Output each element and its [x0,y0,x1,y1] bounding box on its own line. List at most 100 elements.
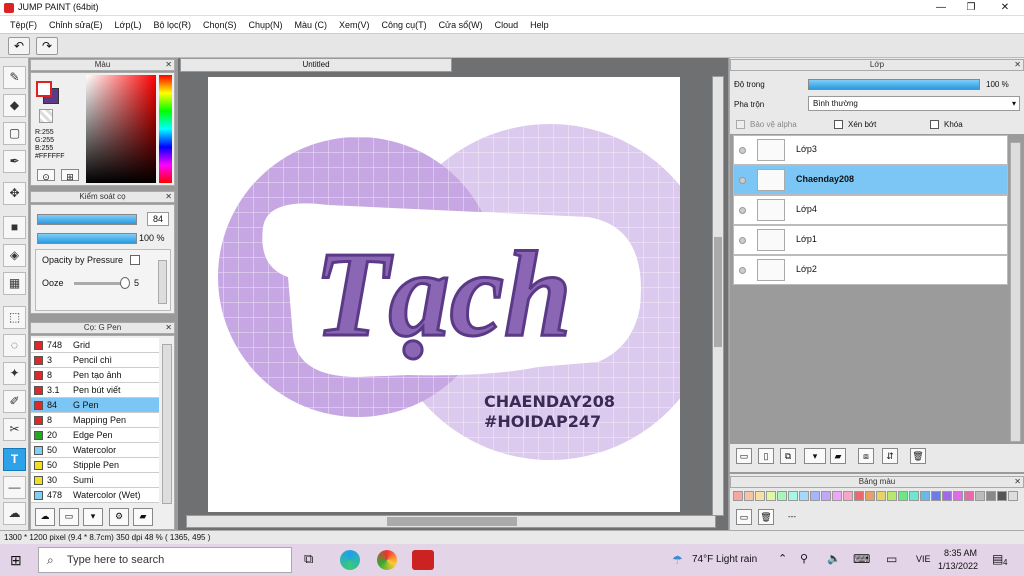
layer-row[interactable]: Lớp4 [733,195,1008,225]
close-icon[interactable]: ✕ [1014,477,1021,487]
opacity-pressure-checkbox[interactable] [130,255,140,265]
visibility-icon[interactable] [739,267,746,274]
palette-swatch[interactable] [964,491,974,501]
cloud-tool[interactable]: ☁ [3,502,26,525]
layer-menu-button[interactable]: ▾ [804,448,826,464]
canvas-paper[interactable]: Tạch CHAENDAY208 #HOIDAP247 [208,77,680,512]
palette-swatch[interactable] [777,491,787,501]
palette-swatch[interactable] [832,491,842,501]
brush-item[interactable]: 3 Pencil chì [31,353,159,368]
eyedropper-button[interactable]: ⊙ [37,169,55,182]
select-pen-tool[interactable]: ✐ [3,390,26,413]
task-view-icon[interactable]: ⧉ [304,551,313,567]
jump-paint-taskbar-icon[interactable] [412,550,434,570]
weather-text[interactable]: 74°F Light rain [692,554,757,565]
fill-shape-tool[interactable]: ■ [3,216,26,239]
palette-swatch[interactable] [876,491,886,501]
palette-swatch[interactable] [997,491,1007,501]
windows-start-icon[interactable]: ⊞ [10,552,22,569]
foreground-color[interactable] [36,81,52,97]
palette-delete-button[interactable]: 🗑 [758,509,774,525]
undo-button[interactable]: ↶ [8,37,30,55]
palette-swatch[interactable] [821,491,831,501]
opacity-slider[interactable] [37,233,137,244]
palette-add-button[interactable]: ▭ [736,509,752,525]
menu-color[interactable]: Màu (C) [295,20,328,30]
menu-cloud[interactable]: Cloud [495,20,519,30]
layer-row[interactable]: Lớp2 [733,255,1008,285]
edge-icon[interactable] [340,550,360,570]
menu-view[interactable]: Xem(V) [339,20,370,30]
brush-item[interactable]: 3.1 Pen bút viết [31,383,159,398]
palette-swatch[interactable] [931,491,941,501]
vscroll-thumb[interactable] [714,237,722,347]
menu-help[interactable]: Help [530,20,549,30]
brush-folder-button[interactable]: ▰ [133,508,153,526]
transfer-button[interactable]: ⇵ [882,448,898,464]
palette-swatch[interactable] [755,491,765,501]
close-icon[interactable]: ✕ [165,192,172,202]
brush-size-slider[interactable] [37,214,137,225]
palette-swatch[interactable] [810,491,820,501]
menu-edit[interactable]: Chỉnh sửa(E) [49,20,103,30]
ooze-slider-thumb[interactable] [120,277,130,289]
brush-cloud-button[interactable]: ☁ [35,508,55,526]
brush-list-scrollbar[interactable] [162,344,172,504]
layer-scrollbar[interactable] [1010,142,1021,442]
palette-swatch[interactable] [909,491,919,501]
transparent-color[interactable] [39,109,53,123]
rect-tool[interactable]: ▢ [3,122,26,145]
document-tab[interactable]: Untitled [180,58,452,72]
notification-icon[interactable]: ▤ [992,552,1003,566]
brush-item[interactable]: 748 Grid [31,338,159,353]
palette-swatch[interactable] [953,491,963,501]
options-scrollbar[interactable] [158,260,167,304]
palette-swatch[interactable] [766,491,776,501]
close-icon[interactable]: ✕ [165,323,172,333]
palette-swatch[interactable] [920,491,930,501]
palette-swatch[interactable] [799,491,809,501]
brush-size-field[interactable]: 84 [147,212,169,226]
copy-layer-button[interactable]: ⧉ [780,448,796,464]
taskbar-search[interactable]: ⌕ Type here to search [38,547,292,573]
clipping-checkbox[interactable] [834,120,843,129]
brush-tool[interactable]: ✎ [3,66,26,89]
select-rect-tool[interactable]: ⬚ [3,306,26,329]
menu-select[interactable]: Chọn(S) [203,20,237,30]
menu-file[interactable]: Tệp(F) [10,20,37,30]
new-raster-button[interactable]: ▯ [758,448,774,464]
palette-swatch[interactable] [942,491,952,501]
brush-menu-button[interactable]: ▾ [83,508,103,526]
lock-checkbox[interactable] [930,120,939,129]
merge-button[interactable]: ⧈ [858,448,874,464]
close-icon[interactable]: ✕ [165,60,172,70]
pen-tool[interactable]: ✒ [3,150,26,173]
keyboard-icon[interactable]: ⌨ [853,552,870,566]
close-icon[interactable]: ✕ [1014,60,1021,70]
layer-row[interactable]: Lớp3 [733,135,1008,165]
palette-swatch[interactable] [843,491,853,501]
brush-item[interactable]: 50 Stipple Pen [31,458,159,473]
bucket-tool[interactable]: ◈ [3,244,26,267]
move-tool[interactable]: ✥ [3,182,26,205]
brush-item[interactable]: 50 Watercolor [31,443,159,458]
visibility-icon[interactable] [739,207,746,214]
palette-swatch[interactable] [1008,491,1018,501]
visibility-icon[interactable] [739,177,746,184]
text-tool[interactable]: T [3,448,26,471]
palette-swatch[interactable] [975,491,985,501]
clock-date[interactable]: 1/13/2022 [938,561,978,571]
select-eraser-tool[interactable]: ✂ [3,418,26,441]
visibility-icon[interactable] [739,147,746,154]
layer-opacity-slider[interactable] [808,79,980,90]
redo-button[interactable]: ↷ [36,37,58,55]
saturation-value-field[interactable] [86,75,156,183]
protect-alpha-checkbox[interactable] [736,120,745,129]
layer-row[interactable]: Lớp1 [733,225,1008,255]
brush-item[interactable]: 30 Sumi [31,473,159,488]
palette-swatch[interactable] [788,491,798,501]
delete-layer-button[interactable]: 🗑 [910,448,926,464]
menu-layer[interactable]: Lớp(L) [115,20,142,30]
menu-window[interactable]: Cửa sổ(W) [439,20,483,30]
eraser-tool[interactable]: ◆ [3,94,26,117]
